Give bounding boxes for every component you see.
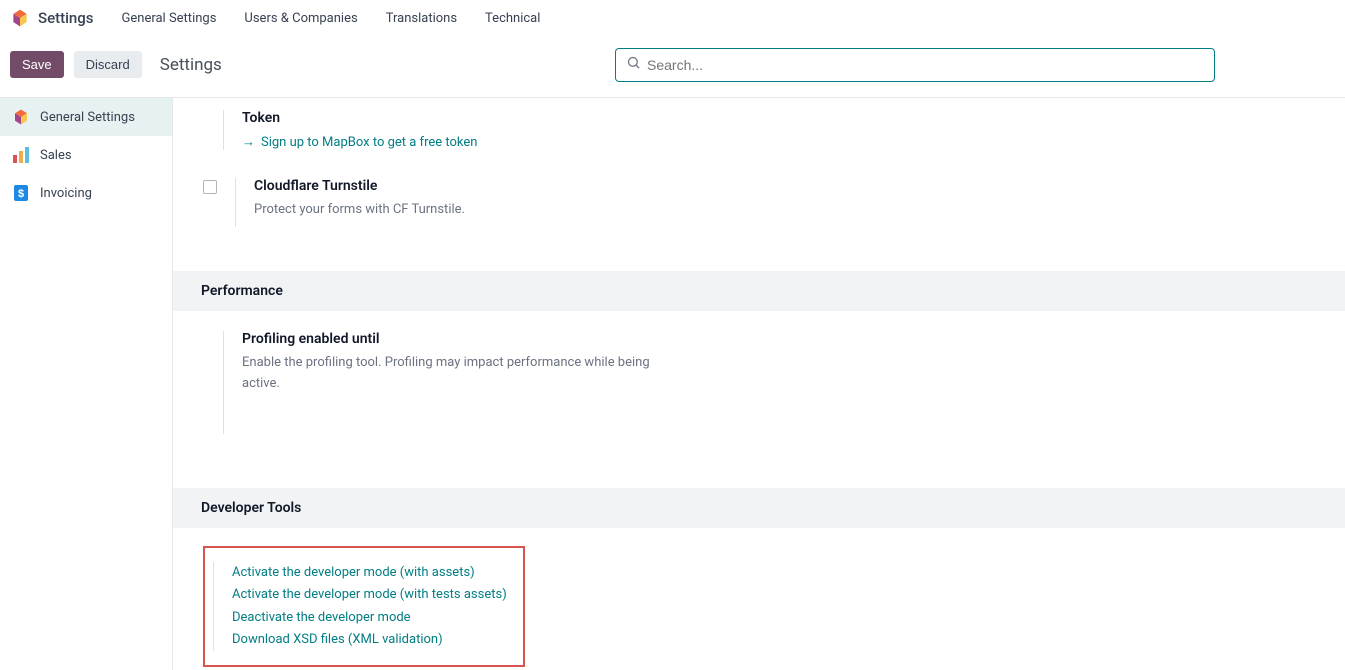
breadcrumb: Settings [160, 55, 222, 75]
cloudflare-checkbox[interactable] [203, 180, 217, 194]
doc-color-icon: $ [12, 184, 30, 202]
nav-technical[interactable]: Technical [475, 5, 550, 32]
top-nav: Settings General Settings Users & Compan… [0, 0, 1345, 36]
search-icon [626, 55, 641, 74]
sidebar-item-sales[interactable]: Sales [0, 136, 172, 174]
sidebar-item-label: Invoicing [40, 186, 92, 201]
arrow-right-icon: → [242, 134, 255, 150]
sidebar-item-label: Sales [40, 148, 72, 163]
cloudflare-title: Cloudflare Turnstile [254, 178, 465, 194]
nav-translations[interactable]: Translations [376, 5, 467, 32]
search-box[interactable] [615, 48, 1215, 82]
devmode-assets-link[interactable]: Activate the developer mode (with assets… [232, 562, 507, 584]
devtools-highlight-box: Activate the developer mode (with assets… [203, 546, 525, 666]
sidebar-item-general-settings[interactable]: General Settings [0, 98, 172, 136]
app-logo-icon [10, 8, 30, 28]
devmode-tests-assets-link[interactable]: Activate the developer mode (with tests … [232, 584, 507, 606]
save-button[interactable]: Save [10, 51, 64, 78]
sidebar-item-label: General Settings [40, 110, 135, 125]
devtools-section-header: Developer Tools [173, 488, 1345, 528]
search-input[interactable] [647, 57, 1204, 73]
discard-button[interactable]: Discard [74, 51, 142, 78]
download-xsd-link[interactable]: Download XSD files (XML validation) [232, 629, 507, 651]
control-panel: Save Discard Settings [0, 36, 1345, 98]
nav-general-settings[interactable]: General Settings [112, 5, 227, 32]
sidebar: General Settings Sales $ Invoicing [0, 98, 173, 670]
svg-text:$: $ [18, 188, 24, 200]
mapbox-signup-link[interactable]: Sign up to MapBox to get a free token [261, 135, 477, 150]
nav-users-companies[interactable]: Users & Companies [234, 5, 367, 32]
devmode-deactivate-link[interactable]: Deactivate the developer mode [232, 607, 507, 629]
profiling-title: Profiling enabled until [242, 331, 665, 347]
performance-section-header: Performance [173, 271, 1345, 311]
cloudflare-desc: Protect your forms with CF Turnstile. [254, 200, 465, 221]
sidebar-item-invoicing[interactable]: $ Invoicing [0, 174, 172, 212]
gear-color-icon [12, 108, 30, 126]
app-title: Settings [38, 9, 94, 27]
profiling-desc: Enable the profiling tool. Profiling may… [242, 353, 665, 395]
token-label: Token [242, 110, 1327, 126]
settings-content: Token → Sign up to MapBox to get a free … [173, 98, 1345, 670]
bars-color-icon [12, 146, 30, 164]
